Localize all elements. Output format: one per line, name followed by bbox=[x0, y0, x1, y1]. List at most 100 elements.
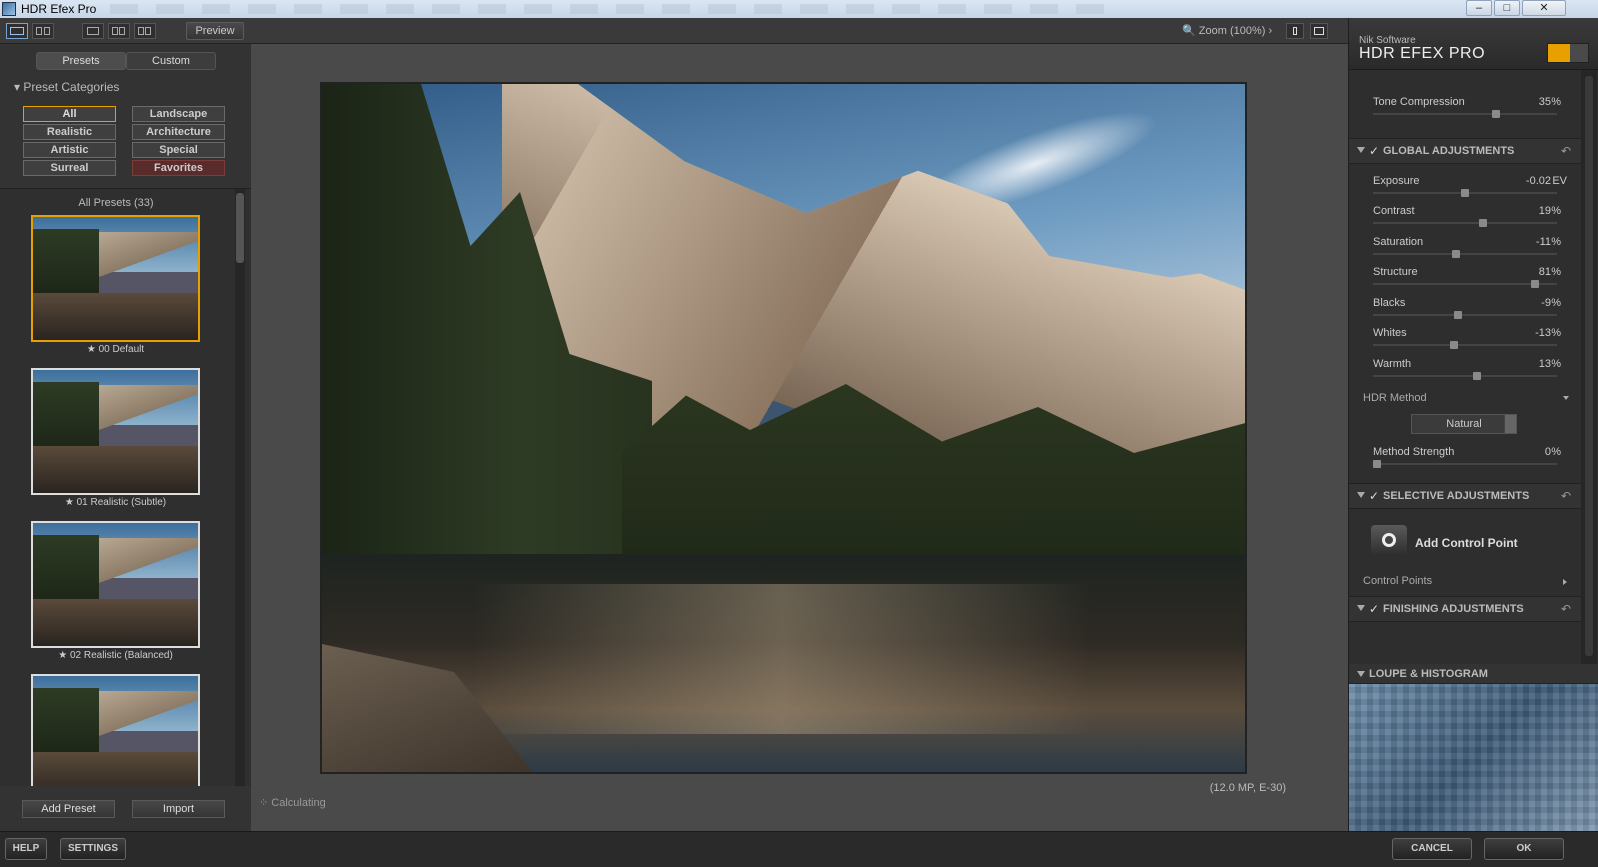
all-presets-title: All Presets (33) bbox=[78, 197, 154, 209]
cancel-button[interactable]: CANCEL bbox=[1392, 838, 1472, 860]
preset-categories-header[interactable]: ▾ Preset Categories bbox=[14, 80, 119, 94]
slider-value: -13 bbox=[1535, 327, 1551, 339]
slider-value: 13 bbox=[1538, 358, 1551, 370]
checkmark-icon[interactable]: ✓ bbox=[1369, 602, 1379, 616]
slider-track[interactable] bbox=[1373, 222, 1557, 224]
category-favorites[interactable]: Favorites bbox=[132, 160, 225, 176]
preset-item[interactable]: ★ 02 Realistic (Balanced) bbox=[31, 521, 200, 661]
tab-presets[interactable]: Presets bbox=[36, 52, 126, 70]
exposure-slider[interactable]: Exposure -0.02 EV bbox=[1349, 173, 1581, 203]
collapse-triangle-icon bbox=[1357, 671, 1365, 677]
slider-track[interactable] bbox=[1373, 314, 1557, 316]
ok-button[interactable]: OK bbox=[1484, 838, 1564, 860]
add-preset-button[interactable]: Add Preset bbox=[22, 800, 115, 818]
tone-compression-slider[interactable]: Tone Compression 35 % bbox=[1349, 94, 1581, 124]
category-special[interactable]: Special bbox=[132, 142, 225, 158]
preset-label: ★ 02 Realistic (Balanced) bbox=[58, 650, 173, 661]
slider-knob[interactable] bbox=[1478, 219, 1487, 227]
category-architecture[interactable]: Architecture bbox=[132, 124, 225, 140]
tab-custom[interactable]: Custom bbox=[126, 52, 216, 70]
collapse-triangle-icon bbox=[1357, 605, 1365, 611]
maximize-button[interactable]: □ bbox=[1494, 0, 1520, 16]
slider-knob[interactable] bbox=[1531, 280, 1540, 288]
slider-track[interactable] bbox=[1373, 375, 1557, 377]
side-by-side-icon[interactable] bbox=[108, 23, 130, 39]
checkmark-icon[interactable]: ✓ bbox=[1369, 144, 1379, 158]
zoom-control[interactable]: 🔍 Zoom (100%) › bbox=[1182, 22, 1272, 40]
preset-item[interactable] bbox=[31, 674, 200, 786]
saturation-slider[interactable]: Saturation -11 % bbox=[1349, 234, 1581, 264]
whites-slider[interactable]: Whites -13 % bbox=[1349, 325, 1581, 355]
slider-value: -9 bbox=[1541, 297, 1551, 309]
blacks-slider[interactable]: Blacks -9 % bbox=[1349, 295, 1581, 325]
slider-knob[interactable] bbox=[1491, 110, 1500, 118]
category-surreal[interactable]: Surreal bbox=[23, 160, 116, 176]
hdr-method-select[interactable]: Natural bbox=[1411, 414, 1517, 434]
preset-thumbnail[interactable] bbox=[31, 674, 200, 786]
slider-knob[interactable] bbox=[1473, 372, 1482, 380]
method-strength-slider[interactable]: Method Strength 0 % bbox=[1349, 444, 1581, 474]
category-all[interactable]: All bbox=[23, 106, 116, 122]
slider-track[interactable] bbox=[1373, 463, 1557, 465]
fullscreen-icon[interactable] bbox=[1310, 23, 1328, 39]
hdr-method-label: HDR Method bbox=[1363, 392, 1427, 404]
preset-item[interactable]: ★ 00 Default bbox=[31, 215, 200, 355]
slider-knob[interactable] bbox=[1450, 341, 1459, 349]
warmth-slider[interactable]: Warmth 13 % bbox=[1349, 356, 1581, 386]
image-info: (12.0 MP, E-30) bbox=[1209, 782, 1286, 794]
slider-knob[interactable] bbox=[1373, 460, 1381, 468]
preset-thumbnail[interactable] bbox=[31, 368, 200, 495]
undo-icon[interactable]: ↶ bbox=[1561, 602, 1571, 616]
slider-knob[interactable] bbox=[1453, 311, 1462, 319]
preset-scrollbar[interactable] bbox=[235, 189, 245, 786]
import-button[interactable]: Import bbox=[132, 800, 225, 818]
undo-icon[interactable]: ↶ bbox=[1561, 489, 1571, 503]
scrollbar-thumb[interactable] bbox=[1585, 76, 1593, 656]
title-bar: HDR Efex Pro – □ ✕ bbox=[0, 0, 1598, 18]
split-preview-icon[interactable] bbox=[134, 23, 156, 39]
pin-icon[interactable] bbox=[1286, 23, 1304, 39]
split-view-icon[interactable] bbox=[32, 23, 54, 39]
slider-track[interactable] bbox=[1373, 253, 1557, 255]
checkmark-icon[interactable]: ✓ bbox=[1369, 489, 1379, 503]
slider-track[interactable] bbox=[1373, 113, 1557, 115]
category-realistic[interactable]: Realistic bbox=[23, 124, 116, 140]
help-button[interactable]: HELP bbox=[5, 838, 47, 860]
loupe-header[interactable]: LOUPE & HISTOGRAM bbox=[1349, 664, 1598, 684]
select-chevron-icon[interactable] bbox=[1504, 415, 1516, 433]
preset-thumbnail[interactable] bbox=[31, 215, 200, 342]
finishing-adjustments-header[interactable]: ✓ FINISHING ADJUSTMENTS ↶ bbox=[1349, 596, 1581, 622]
slider-track[interactable] bbox=[1373, 283, 1557, 285]
right-panel: Nik Software HDR EFEX PRO Tone Compressi… bbox=[1348, 18, 1598, 831]
preview-button[interactable]: Preview bbox=[186, 22, 244, 40]
selective-adjustments-header[interactable]: ✓ SELECTIVE ADJUSTMENTS ↶ bbox=[1349, 483, 1581, 509]
hdr-method-header[interactable]: HDR Method bbox=[1363, 392, 1569, 404]
slider-knob[interactable] bbox=[1461, 189, 1469, 197]
category-landscape[interactable]: Landscape bbox=[132, 106, 225, 122]
control-point-icon[interactable] bbox=[1371, 525, 1407, 555]
structure-slider[interactable]: Structure 81 % bbox=[1349, 264, 1581, 294]
slider-track[interactable] bbox=[1373, 344, 1557, 346]
preset-thumbnail[interactable] bbox=[31, 521, 200, 648]
single-view-icon[interactable] bbox=[6, 23, 28, 39]
close-button[interactable]: ✕ bbox=[1522, 0, 1566, 16]
settings-button[interactable]: SETTINGS bbox=[60, 838, 126, 860]
preview-image[interactable] bbox=[320, 82, 1247, 774]
scrollbar-thumb[interactable] bbox=[236, 193, 244, 263]
contrast-slider[interactable]: Contrast 19 % bbox=[1349, 203, 1581, 233]
global-adjustments-header[interactable]: ✓ GLOBAL ADJUSTMENTS ↶ bbox=[1349, 138, 1581, 164]
minimize-button[interactable]: – bbox=[1466, 0, 1492, 16]
undo-icon[interactable]: ↶ bbox=[1561, 144, 1571, 158]
slider-label: Method Strength bbox=[1373, 446, 1455, 458]
preset-item[interactable]: ★ 01 Realistic (Subtle) bbox=[31, 368, 200, 508]
section-title: GLOBAL ADJUSTMENTS bbox=[1383, 145, 1515, 157]
slider-knob[interactable] bbox=[1452, 250, 1461, 258]
zoom-arrow-icon[interactable]: › bbox=[1268, 25, 1272, 37]
full-image-icon[interactable] bbox=[82, 23, 104, 39]
add-control-point-button[interactable]: Add Control Point bbox=[1415, 536, 1518, 550]
zoom-label: Zoom (100%) bbox=[1198, 25, 1266, 37]
control-points-header[interactable]: Control Points bbox=[1363, 575, 1567, 587]
slider-unit: % bbox=[1551, 205, 1561, 217]
right-scrollbar[interactable] bbox=[1581, 70, 1597, 666]
category-artistic[interactable]: Artistic bbox=[23, 142, 116, 158]
